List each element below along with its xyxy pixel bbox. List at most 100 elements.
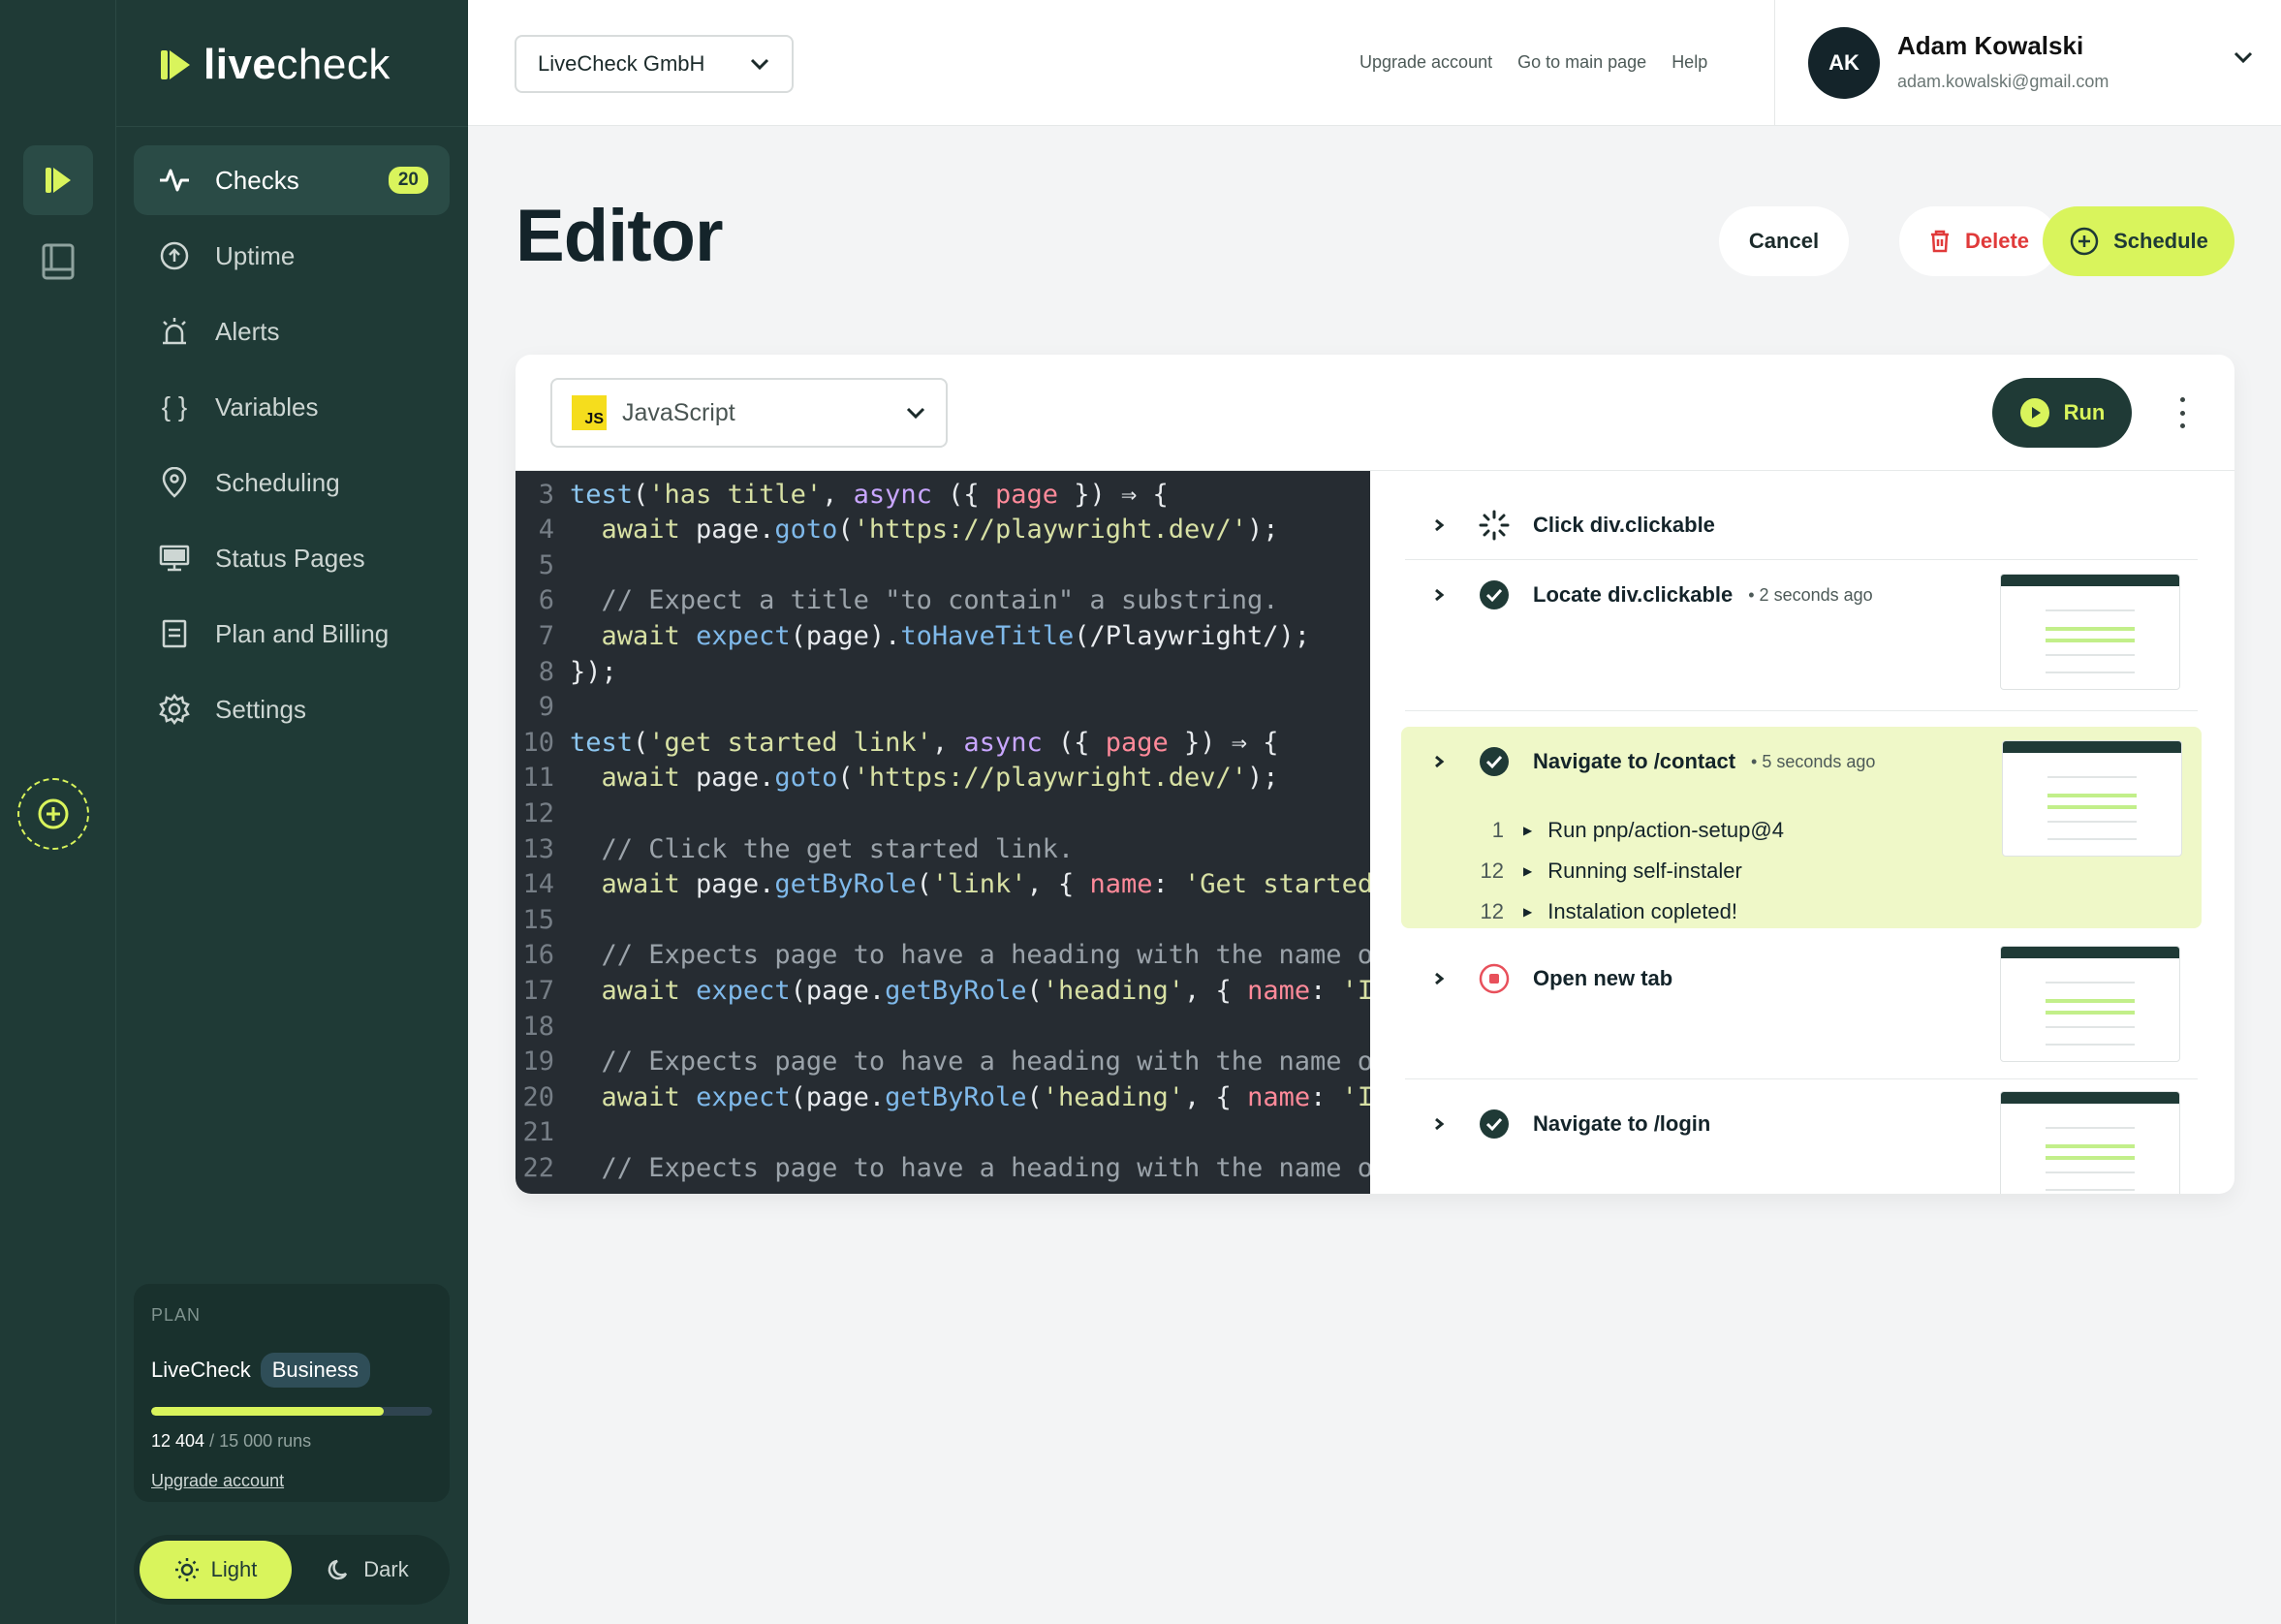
code-editor[interactable]: 3 test('has title', async ({ page }) ⇒ {4… [516, 471, 1370, 1194]
upgrade-account-link[interactable]: Upgrade account [151, 1471, 284, 1491]
delete-button[interactable]: Delete [1899, 206, 2058, 276]
code-line[interactable]: 11 await page.goto('https://playwright.d… [516, 761, 1278, 796]
add-project-button[interactable] [17, 778, 89, 850]
step-item[interactable]: Click div.clickable [1405, 490, 2198, 560]
run-button[interactable]: Run [1992, 378, 2132, 448]
check-circle-icon [1473, 579, 1515, 610]
more-options-icon[interactable] [2172, 390, 2192, 436]
checks-count-badge: 20 [388, 167, 428, 194]
step-row: Click div.clickable [1405, 490, 1715, 560]
chevron-right-icon[interactable] [1405, 971, 1473, 986]
sidebar-item-alerts[interactable]: Alerts [134, 297, 450, 366]
code-line[interactable]: 8}); [516, 654, 617, 689]
brand-logo[interactable]: livecheck [159, 37, 391, 93]
avatar: AK [1808, 27, 1880, 99]
line-number: 18 [522, 1011, 554, 1042]
check-circle-icon [1473, 746, 1515, 777]
chevron-right-icon[interactable] [1405, 754, 1473, 769]
sidebar-item-status-pages[interactable]: Status Pages [134, 523, 450, 593]
code-text: await page.goto('https://playwright.dev/… [601, 515, 1279, 546]
code-line[interactable]: 18 [516, 1009, 570, 1044]
code-line[interactable]: 16 // Expects page to have a heading wit… [516, 938, 1370, 973]
play-circle-icon [2019, 398, 2049, 427]
monitor-icon [157, 541, 192, 576]
cancel-button[interactable]: Cancel [1719, 206, 1849, 276]
language-name: JavaScript [622, 398, 735, 426]
organization-select[interactable]: LiveCheck GmbH [515, 35, 794, 93]
language-select[interactable]: JS JavaScript [550, 378, 948, 448]
substep-item[interactable]: 12 ▶ Instalation copleted! [1401, 891, 1737, 932]
line-number: 11 [522, 763, 554, 794]
step-screenshot-thumbnail[interactable] [2002, 740, 2182, 857]
line-number: 3 [538, 479, 554, 510]
upgrade-account-top-link[interactable]: Upgrade account [1359, 52, 1492, 73]
step-item[interactable]: Navigate to /login [1405, 1079, 2198, 1194]
substep-item[interactable]: 12 ▶ Running self-instaler [1401, 851, 1742, 891]
step-screenshot-thumbnail[interactable] [2000, 574, 2180, 690]
code-line[interactable]: 20 await expect(page.getByRole('heading'… [516, 1079, 1370, 1114]
sidebar-item-scheduling[interactable]: Scheduling [134, 448, 450, 517]
substep-item[interactable]: 1 ▶ Run pnp/action-setup@4 [1401, 810, 1784, 851]
rail-docs-button[interactable] [23, 227, 93, 297]
icon-rail [0, 0, 116, 1624]
step-screenshot-thumbnail[interactable] [2000, 946, 2180, 1062]
code-line[interactable]: 6 // Expect a title "to contain" a subst… [516, 583, 1279, 618]
sidebar-item-checks[interactable]: Checks 20 [134, 145, 450, 215]
chevron-right-icon[interactable] [1405, 517, 1473, 533]
line-number: 16 [522, 940, 554, 971]
line-number: 14 [522, 869, 554, 900]
code-line[interactable]: 15 [516, 902, 570, 937]
help-link[interactable]: Help [1672, 52, 1707, 73]
theme-light-option[interactable]: Light [140, 1541, 292, 1599]
top-links: Upgrade account Go to main page Help [1359, 52, 1707, 73]
code-line[interactable]: 4 await page.goto('https://playwright.de… [516, 513, 1279, 547]
sidebar-item-label: Uptime [215, 240, 296, 270]
step-screenshot-thumbnail[interactable] [2000, 1091, 2180, 1194]
code-line[interactable]: 9 [516, 690, 570, 725]
chevron-down-icon [750, 58, 769, 71]
step-item[interactable]: Locate div.clickable • 2 seconds ago [1405, 560, 2198, 711]
triangle-right-icon: ▶ [1523, 824, 1533, 837]
rail-checks-button[interactable] [23, 145, 93, 215]
user-menu[interactable]: AK Adam Kowalski adam.kowalski@gmail.com [1774, 0, 2281, 126]
code-line[interactable]: 22 // Expects page to have a heading wit… [516, 1150, 1370, 1185]
brand-live: live [203, 41, 277, 88]
substep-number: 12 [1480, 859, 1504, 883]
user-name: Adam Kowalski [1897, 31, 2084, 60]
theme-dark-label: Dark [363, 1557, 409, 1581]
code-line[interactable]: 7 await expect(page).toHaveTitle(/Playwr… [516, 618, 1310, 653]
theme-dark-option[interactable]: Dark [292, 1541, 444, 1599]
sidebar-item-plan-billing[interactable]: Plan and Billing [134, 599, 450, 669]
delete-label: Delete [1964, 229, 2030, 253]
code-line[interactable]: 21 [516, 1115, 570, 1150]
code-line[interactable]: 19 // Expects page to have a heading wit… [516, 1045, 1370, 1079]
code-line[interactable]: 13 // Click the get started link. [516, 831, 1074, 866]
step-item[interactable]: Open new tab [1405, 928, 2198, 1079]
code-line[interactable]: 10 test('get started link', async ({ page… [516, 725, 1278, 760]
code-line[interactable]: 14 await page.getByRole('link', { name: … [516, 867, 1370, 902]
sidebar-item-settings[interactable]: Settings [134, 674, 450, 744]
schedule-button[interactable]: Schedule [2043, 206, 2234, 276]
step-item[interactable]: Navigate to /contact • 5 seconds ago 1 ▶… [1401, 727, 2202, 928]
code-line[interactable]: 12 [516, 796, 570, 830]
step-title: Navigate to /contact [1533, 749, 1736, 773]
line-number: 10 [522, 727, 554, 758]
sidebar-item-label: Checks [215, 165, 299, 195]
chevron-right-icon[interactable] [1405, 587, 1473, 603]
code-text: // Expect a title "to contain" a substri… [570, 585, 1279, 616]
sidebar-item-uptime[interactable]: Uptime [134, 221, 450, 291]
activity-icon [157, 163, 192, 198]
substep-label: Run pnp/action-setup@4 [1547, 818, 1784, 842]
main-page-link[interactable]: Go to main page [1517, 52, 1646, 73]
brand-check: check [276, 41, 391, 88]
schedule-label: Schedule [2113, 229, 2208, 253]
code-line[interactable]: 3 test('has title', async ({ page }) ⇒ { [516, 477, 1169, 512]
sidebar-item-variables[interactable]: { } Variables [134, 372, 450, 442]
line-number: 5 [538, 549, 554, 580]
code-line[interactable]: 17 await expect(page.getByRole('heading'… [516, 973, 1370, 1008]
chevron-right-icon[interactable] [1405, 1116, 1473, 1132]
code-line[interactable]: 5 [516, 547, 570, 582]
plan-label: PLAN [151, 1305, 202, 1325]
run-label: Run [2063, 400, 2106, 424]
livecheck-logo-icon [46, 168, 71, 193]
